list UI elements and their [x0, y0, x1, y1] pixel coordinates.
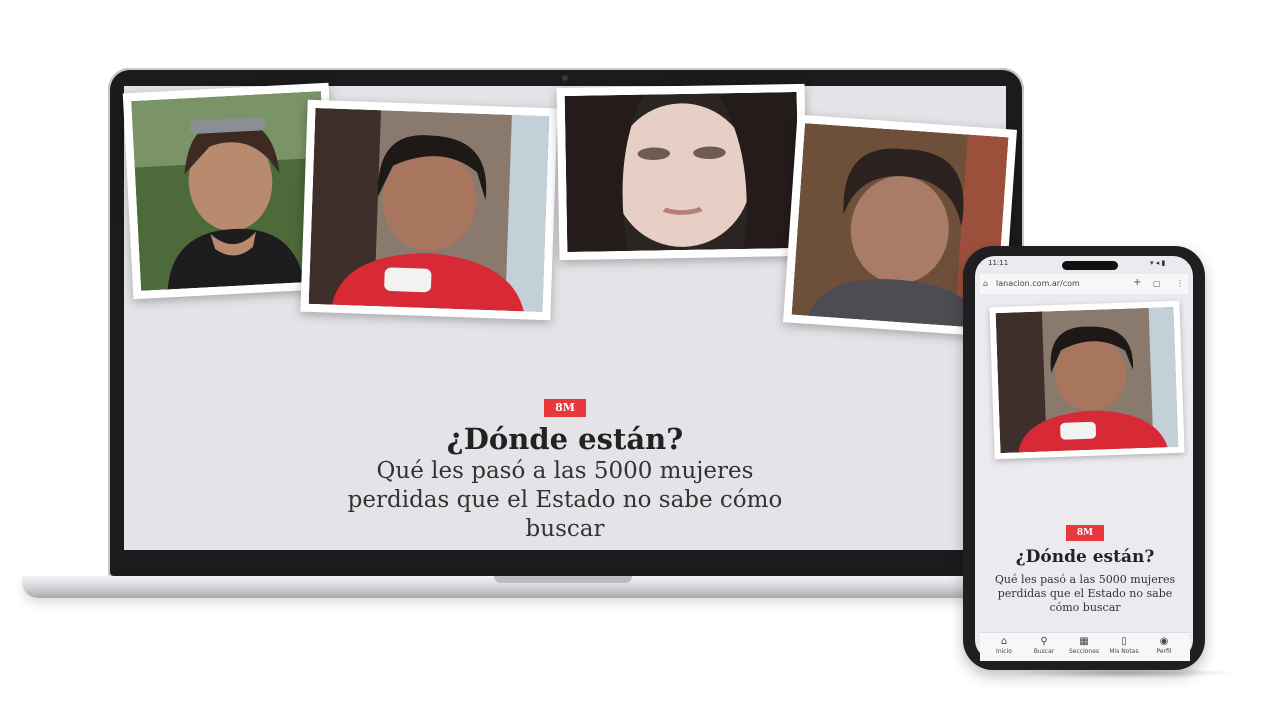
tabs-icon[interactable]: ▢	[1153, 279, 1161, 288]
home-icon[interactable]: ⌂	[983, 279, 988, 288]
url-text[interactable]: lanacion.com.ar/com	[996, 279, 1080, 288]
grid-icon: ▦	[1079, 636, 1089, 647]
nav-label: Buscar	[1033, 648, 1055, 655]
new-tab-icon[interactable]: +	[1133, 277, 1141, 288]
article-title[interactable]: ¿Dónde están?	[124, 422, 1006, 456]
nav-label: Perfil	[1156, 648, 1172, 655]
profile-icon: ◉	[1159, 636, 1169, 647]
browser-url-bar[interactable]: ⌂ lanacion.com.ar/com + ▢ ⋮	[980, 274, 1188, 294]
phone-hero-photo[interactable]	[989, 300, 1185, 460]
phone-category-badge[interactable]: 8M	[1066, 525, 1104, 541]
nav-perfil[interactable]: ◉ Perfil	[1146, 636, 1182, 655]
status-time: 11:11	[988, 259, 1009, 267]
nav-label: Secciones	[1068, 648, 1100, 655]
nav-secciones[interactable]: ▦ Secciones	[1066, 636, 1102, 655]
bookmark-icon: ▯	[1121, 636, 1127, 647]
bottom-nav: ⌂ Inicio ⚲ Buscar ▦ Secciones ▯ Mis Nota…	[980, 632, 1190, 661]
phone-article-title[interactable]: ¿Dónde están?	[980, 547, 1190, 567]
status-icons: ▾ ◂ ▮	[1150, 259, 1166, 267]
nav-inicio[interactable]: ⌂ Inicio	[986, 636, 1022, 655]
search-icon: ⚲	[1040, 636, 1048, 647]
nav-mis-notas[interactable]: ▯ Mis Notas	[1106, 636, 1142, 655]
nav-label: Inicio	[996, 648, 1012, 655]
nav-buscar[interactable]: ⚲ Buscar	[1026, 636, 1062, 655]
more-menu-icon[interactable]: ⋮	[1176, 279, 1184, 288]
photo-girl-3[interactable]	[556, 83, 808, 261]
photo-woman-2[interactable]	[300, 99, 558, 321]
nav-label: Mis Notas	[1109, 648, 1139, 655]
webcam-dot	[562, 75, 568, 81]
phone-notch	[1062, 261, 1118, 270]
article-subtitle[interactable]: Qué les pasó a las 5000 mujeres perdidas…	[330, 457, 800, 544]
phone-article-subtitle[interactable]: Qué les pasó a las 5000 mujeres perdidas…	[992, 573, 1178, 615]
laptop-base-notch	[494, 576, 632, 583]
category-badge[interactable]: 8M	[544, 399, 586, 417]
home-icon: ⌂	[1000, 636, 1008, 647]
